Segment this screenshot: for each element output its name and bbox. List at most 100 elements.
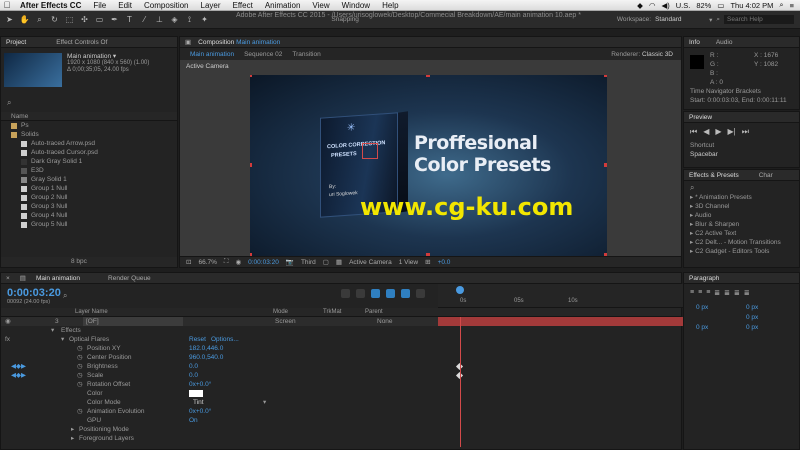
puppet-tool-icon[interactable]: ✦ (199, 14, 210, 25)
workspace-chevron-icon[interactable]: ▾ (709, 16, 712, 24)
last-frame-icon[interactable]: ⏭ (742, 127, 749, 137)
first-frame-icon[interactable]: ⏮ (690, 127, 697, 137)
layer-row[interactable]: ◉ 3 [OF] Screen None (1, 317, 683, 326)
resolution-select[interactable]: Third (301, 259, 316, 266)
group-toggle[interactable]: ▸ (71, 425, 74, 434)
list-item[interactable]: Group 3 Null (1, 202, 177, 211)
transform-handle[interactable] (426, 75, 430, 77)
renderer-value[interactable]: Classic 3D (642, 51, 673, 58)
camera-snapshot-icon[interactable]: 📷 (286, 258, 294, 266)
dropbox-icon[interactable]: ◆ (637, 1, 643, 10)
list-item[interactable]: ▸ C2 Active Text (684, 229, 799, 238)
menu-edit[interactable]: Edit (112, 1, 138, 10)
fit-icon[interactable]: ⛶ (224, 258, 229, 266)
col-layer-name[interactable]: Layer Name (75, 308, 108, 317)
align-right-icon[interactable]: ≡ (706, 289, 710, 297)
comp-name[interactable]: Main animation ▾ (67, 52, 116, 60)
layer-mode[interactable]: Screen (275, 317, 296, 326)
col-mode[interactable]: Mode (273, 308, 288, 317)
roi-icon[interactable]: ▢ (323, 258, 329, 266)
transform-handle[interactable] (250, 163, 252, 167)
table-row[interactable]: Color Mode Tint ▾ (1, 398, 681, 407)
align-left-icon[interactable]: ≡ (690, 289, 694, 297)
clock[interactable]: Thu 4:02 PM (730, 1, 773, 10)
menu-layer[interactable]: Layer (195, 1, 227, 10)
tab-project[interactable]: Project (1, 39, 31, 46)
tab-effect-controls[interactable]: Effect Controls Of (51, 39, 112, 46)
prev-frame-icon[interactable]: ◀ (703, 127, 709, 137)
effects-group-row[interactable]: ▾ Effects (1, 326, 681, 335)
list-item[interactable]: Auto-traced Cursor.psd (1, 148, 177, 157)
indent-right[interactable]: 0 px (746, 304, 758, 311)
align-center-icon[interactable]: ≡ (698, 289, 702, 297)
selection-tool-icon[interactable]: ➤ (4, 14, 15, 25)
playhead-line[interactable] (460, 317, 461, 447)
next-frame-icon[interactable]: ▶| (728, 127, 736, 137)
transform-handle[interactable] (604, 75, 607, 77)
tab-paragraph[interactable]: Paragraph (684, 275, 724, 282)
roto-tool-icon[interactable]: ⟟ (184, 14, 195, 25)
list-item[interactable]: Ps (1, 121, 177, 130)
graph-editor-icon[interactable] (416, 289, 425, 298)
list-item[interactable]: ▸ C2 Gadget - Editors Tools (684, 247, 799, 256)
space-before[interactable]: 0 px (696, 324, 708, 331)
list-item[interactable]: Auto-traced Arrow.psd (1, 139, 177, 148)
timeline-close-icon[interactable]: × (1, 275, 15, 282)
keyframe-nav-icon[interactable]: ◀◆▶ (11, 371, 26, 380)
stopwatch-icon[interactable]: ◷ (77, 371, 83, 380)
shortcut-select[interactable]: Spacebar (684, 150, 799, 159)
col-trkmat[interactable]: TrkMat (323, 308, 341, 317)
effect-options[interactable]: Options... (211, 335, 239, 344)
group-toggle[interactable]: ▸ (71, 434, 74, 443)
list-item[interactable]: Group 4 Null (1, 211, 177, 220)
eraser-tool-icon[interactable]: ◈ (169, 14, 180, 25)
layer-duration-bar[interactable] (438, 317, 683, 326)
table-row[interactable]: ◷ Animation Evolution 0x+0.0° (1, 407, 681, 416)
rotate-tool-icon[interactable]: ↻ (49, 14, 60, 25)
toggle-icon[interactable]: ⊞ (425, 258, 430, 266)
tab-composition[interactable]: Composition Main animation (193, 39, 285, 46)
effect-row[interactable]: fx ▾ Optical Flares Reset Options... (1, 335, 681, 344)
visibility-icon[interactable]: ◉ (5, 317, 11, 326)
magnifier-icon[interactable]: ⊡ (186, 258, 191, 266)
grid-icon[interactable]: ▦ (336, 258, 342, 266)
stopwatch-icon[interactable]: ◷ (77, 380, 83, 389)
comp-stage[interactable]: COLOR CORRECTION PRESETS By: uri Soglowe… (250, 75, 607, 256)
layer-parent[interactable]: None (377, 317, 393, 326)
play-icon[interactable]: ▶ (715, 127, 721, 137)
menu-composition[interactable]: Composition (138, 1, 194, 10)
type-tool-icon[interactable]: T (124, 14, 135, 25)
tab-effects-presets[interactable]: Effects & Presets (684, 172, 744, 179)
tab-character[interactable]: Char (754, 172, 778, 179)
list-item[interactable]: Group 5 Null (1, 220, 177, 229)
wifi-icon[interactable]: ◠ (649, 1, 656, 10)
comp-viewer[interactable]: Active Camera COLOR CORRECTION PRESETS B… (180, 60, 681, 256)
stopwatch-icon[interactable]: ◷ (77, 353, 83, 362)
composition-lock-icon[interactable]: ▣ (180, 38, 193, 46)
keyframe-nav-icon[interactable]: ◀◆▶ (11, 362, 26, 371)
justify-center-icon[interactable]: ≣ (724, 289, 730, 297)
color-mode-select[interactable]: Tint (193, 398, 204, 407)
pen-tool-icon[interactable]: ✒ (109, 14, 120, 25)
table-row[interactable]: ▸ Positioning Mode (1, 425, 681, 434)
project-search-icon[interactable]: ⌕ (7, 98, 11, 108)
effect-name[interactable]: Optical Flares (69, 335, 109, 344)
subtab-transition[interactable]: Transition (292, 51, 320, 58)
workspace-select[interactable]: Standard (655, 16, 705, 23)
table-row[interactable]: GPU On (1, 416, 681, 425)
tab-main-animation[interactable]: Main animation (31, 275, 85, 282)
list-item[interactable]: ▸ * Animation Presets (684, 193, 799, 202)
table-row[interactable]: ◀◆▶ ◷ Scale 0.0 (1, 371, 681, 380)
justify-all-icon[interactable]: ≣ (744, 289, 750, 297)
current-time[interactable]: 0:00:03:20 (248, 259, 279, 266)
list-item[interactable]: ▸ Audio (684, 211, 799, 220)
stopwatch-icon[interactable]: ◷ (77, 407, 83, 416)
tab-render-queue[interactable]: Render Queue (103, 275, 156, 282)
tab-audio[interactable]: Audio (711, 39, 738, 46)
frame-blending-icon[interactable] (386, 289, 395, 298)
view-select[interactable]: 1 View (399, 259, 418, 266)
camera-tool-icon[interactable]: ⬚ (64, 14, 75, 25)
stopwatch-icon[interactable]: ◷ (77, 362, 83, 371)
effect-reset[interactable]: Reset (189, 335, 206, 344)
transform-handle[interactable] (604, 163, 607, 167)
